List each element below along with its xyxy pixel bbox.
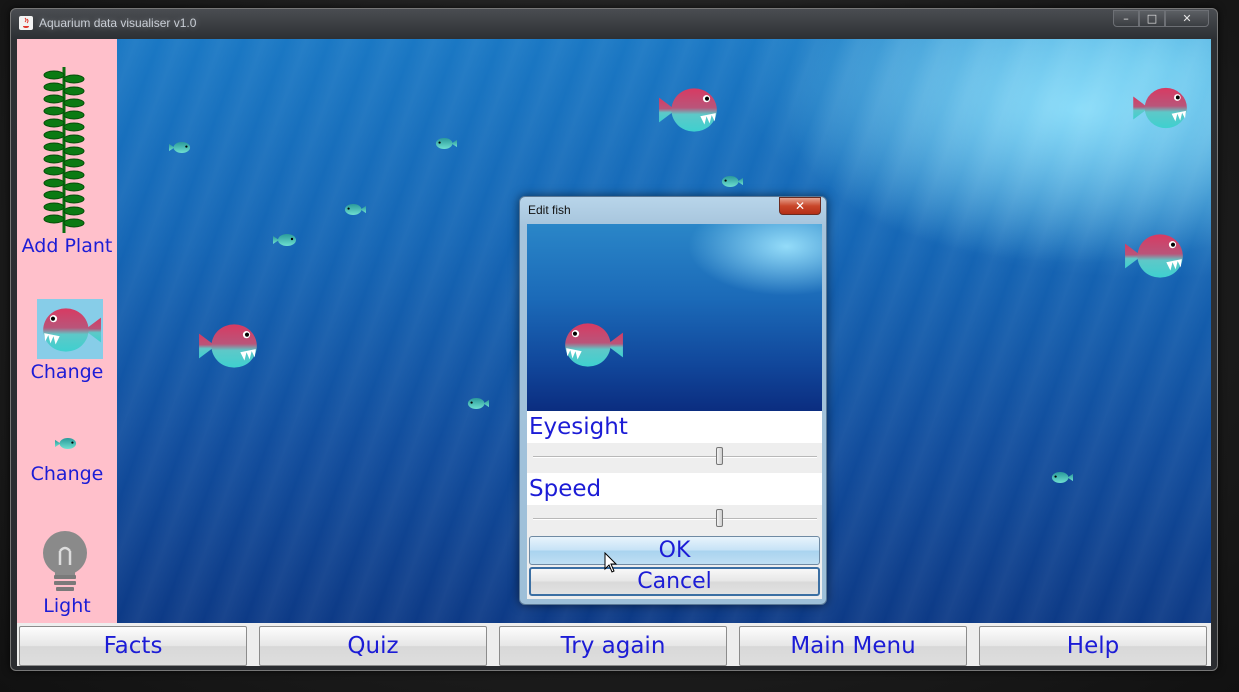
big-fish[interactable]: [1129, 85, 1195, 131]
help-button[interactable]: Help: [979, 626, 1207, 666]
window-controls: – □ ✕: [1113, 10, 1209, 27]
change-small-fish-label: Change: [30, 463, 104, 485]
small-fish[interactable]: [435, 137, 457, 150]
ok-button[interactable]: OK: [529, 536, 820, 565]
small-fish[interactable]: [1051, 471, 1073, 484]
sidebar-item-change-small-fish[interactable]: Change: [17, 435, 117, 495]
big-fish[interactable]: [197, 321, 263, 371]
close-button[interactable]: ✕: [1165, 10, 1209, 27]
sidebar-item-light[interactable]: Light: [17, 529, 117, 621]
big-fish-icon-box: [37, 299, 103, 359]
speed-slider[interactable]: [533, 506, 817, 530]
eyesight-label: Eyesight: [527, 411, 822, 443]
main-menu-button[interactable]: Main Menu: [739, 626, 967, 666]
maximize-button[interactable]: □: [1139, 10, 1165, 27]
big-fish[interactable]: [1123, 231, 1189, 281]
small-fish[interactable]: [721, 175, 743, 188]
small-fish[interactable]: [467, 397, 489, 410]
big-fish[interactable]: [657, 85, 723, 135]
light-label: Light: [43, 595, 91, 617]
java-icon: [19, 16, 33, 30]
dialog-body: Eyesight Speed OK Cancel: [527, 224, 822, 599]
dialog-title: Edit fish: [528, 203, 571, 217]
try-again-button[interactable]: Try again: [499, 626, 727, 666]
edit-fish-dialog: Edit fish ✕ Eyesight Speed OK Cancel: [519, 196, 827, 605]
speed-label: Speed: [527, 473, 822, 505]
sidebar-item-change-big-fish[interactable]: Change: [17, 299, 117, 389]
cancel-button[interactable]: Cancel: [529, 567, 820, 596]
eyesight-slider-track: [533, 456, 817, 458]
sidebar: Add Plant Change Change Light: [17, 39, 117, 623]
light-bulb-icon: [43, 531, 87, 591]
small-fish-icon: [55, 437, 77, 450]
sidebar-item-add-plant[interactable]: Add Plant: [17, 65, 117, 265]
small-fish[interactable]: [273, 233, 297, 247]
plant-icon: [43, 67, 85, 233]
change-big-fish-label: Change: [30, 361, 104, 383]
small-fish[interactable]: [169, 141, 191, 154]
mouse-cursor-icon: [604, 552, 618, 573]
big-fish-icon: [37, 305, 103, 355]
quiz-button[interactable]: Quiz: [259, 626, 487, 666]
bottom-button-bar: Facts Quiz Try again Main Menu Help: [17, 623, 1211, 666]
minimize-button[interactable]: –: [1113, 10, 1139, 27]
speed-slider-track: [533, 518, 817, 520]
dialog-close-button[interactable]: ✕: [779, 197, 821, 215]
window-title: Aquarium data visualiser v1.0: [39, 16, 197, 30]
facts-button[interactable]: Facts: [19, 626, 247, 666]
fish-preview: [527, 224, 822, 411]
eyesight-slider-thumb[interactable]: [716, 447, 723, 465]
speed-slider-thumb[interactable]: [716, 509, 723, 527]
add-plant-label: Add Plant: [21, 235, 113, 257]
preview-fish-icon: [559, 320, 625, 370]
small-fish[interactable]: [344, 203, 366, 216]
eyesight-slider[interactable]: [533, 444, 817, 468]
